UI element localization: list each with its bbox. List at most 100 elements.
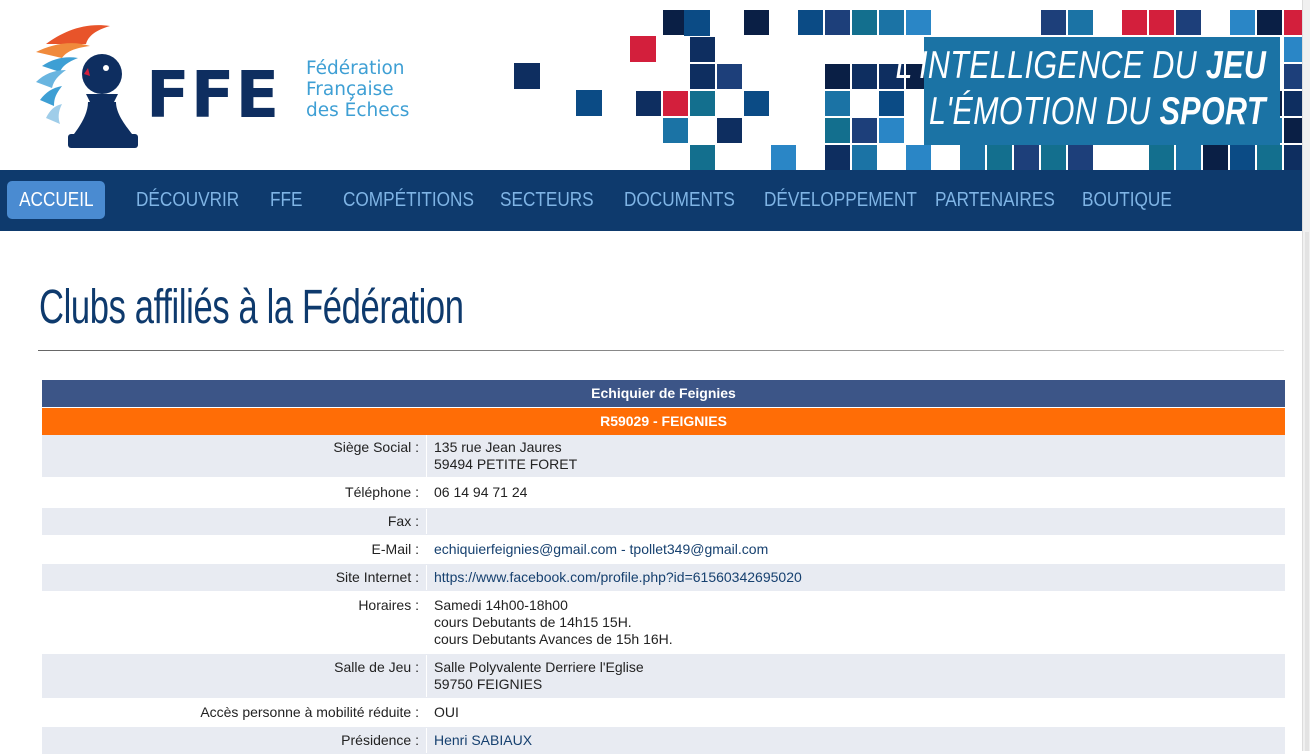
mosaic-tile [1257,145,1282,170]
nav-item-developpement[interactable]: DÉVELOPPEMENT [764,181,917,219]
mosaic-tile [1257,10,1282,35]
mosaic-tile [690,37,715,62]
main-navigation: ACCUEIL DÉCOUVRIR FFE COMPÉTITIONS SECTE… [0,170,1302,231]
nav-item-competitions[interactable]: COMPÉTITIONS [343,181,474,219]
mosaic-tile [879,10,904,35]
mosaic-tile [1284,64,1302,89]
mosaic-tile [636,91,661,116]
row-label: Accès personne à mobilité réduite : [200,704,419,720]
logo-federation-name: Fédération Française des Échecs [306,58,409,121]
nav-item-decouvrir[interactable]: DÉCOUVRIR [136,181,239,219]
mosaic-tile [717,64,742,89]
mosaic-tile [1284,37,1302,62]
vertical-scrollbar[interactable] [1302,0,1310,751]
row-value: OUI [426,700,1285,725]
club-details-table: Echiquier de Feignies R59029 - FEIGNIES … [42,380,1285,754]
mosaic-tile [825,37,850,62]
phone-value: 06 14 94 71 24 [434,484,528,500]
president-link[interactable]: Henri SABIAUX [434,732,532,748]
mosaic-tile [852,118,877,143]
mosaic-tile [1284,145,1302,170]
club-code-header: R59029 - FEIGNIES [42,408,1285,435]
mosaic-tile [960,145,985,170]
mosaic-tile [1014,10,1039,35]
website-link[interactable]: https://www.facebook.com/profile.php?id=… [434,569,802,585]
row-label: Fax : [387,513,419,529]
chess-rooster-logo-icon [36,25,138,148]
row-label: Salle de Jeu : [334,659,419,675]
mosaic-tile [1284,10,1302,35]
mosaic-tile [744,91,769,116]
mosaic-tile [1149,145,1174,170]
mosaic-tile [960,10,985,35]
table-row-site-internet: Site Internet : https://www.facebook.com… [42,564,1285,591]
nav-item-ffe[interactable]: FFE [270,181,302,219]
mosaic-tile [690,64,715,89]
mosaic-tile [576,90,602,116]
table-row-presidence: Présidence : Henri SABIAUX [42,727,1285,754]
mosaic-tile [690,91,715,116]
nav-item-documents[interactable]: DOCUMENTS [624,181,735,219]
site-header: FFE Fédération Française des Échecs L'IN… [0,0,1302,170]
mosaic-tile [1203,145,1228,170]
nav-item-secteurs[interactable]: SECTEURS [500,181,594,219]
row-label: Siège Social : [333,439,419,455]
mosaic-tile [1041,145,1066,170]
mosaic-tile [1176,10,1201,35]
mosaic-tile [825,91,850,116]
mosaic-tile [717,118,742,143]
nav-item-partenaires[interactable]: PARTENAIRES [935,181,1055,219]
mosaic-tile [1230,145,1255,170]
table-row-email: E-Mail : echiquierfeignies@gmail.com - t… [42,535,1285,564]
mosaic-tile [798,10,823,35]
row-value: Salle Polyvalente Derriere l'Eglise 5975… [426,655,1285,697]
logo-name-line: Fédération [306,58,405,79]
mosaic-tile [1122,145,1147,170]
address-line: 135 rue Jean Jaures [434,439,562,455]
club-name-header: Echiquier de Feignies [42,380,1285,407]
nav-item-accueil[interactable]: ACCUEIL [7,181,105,219]
mosaic-tile [1041,10,1066,35]
slogan-line-1: L'INTELLIGENCE DU JEU [895,44,1266,87]
mosaic-tile [798,118,823,143]
mosaic-tile [825,118,850,143]
mosaic-tile [1068,10,1093,35]
email-link[interactable]: echiquierfeignies@gmail.com - tpollet349… [434,541,768,557]
row-label: Site Internet : [335,569,419,585]
table-row-siege-social: Siège Social : 135 rue Jean Jaures 59494… [42,435,1285,477]
nav-item-boutique[interactable]: BOUTIQUE [1082,181,1172,219]
mosaic-tile [744,10,769,35]
mosaic-tile [663,118,688,143]
mosaic-tile [852,10,877,35]
table-row-accessibilite: Accès personne à mobilité réduite : OUI [42,698,1285,727]
venue-line: 59750 FEIGNIES [434,676,543,692]
slogan-line-2: L'ÉMOTION DU SPORT [929,90,1266,133]
mosaic-tile [1014,145,1039,170]
ffe-logo[interactable]: FFE Fédération Française des Échecs [32,22,442,156]
schedule-line: Samedi 14h00-18h00 [434,597,568,613]
mosaic-tile [1284,118,1302,143]
mosaic-tile [690,145,715,170]
logo-name-line: Française [306,79,394,100]
mosaic-tile [906,10,931,35]
mosaic-tile [1068,145,1093,170]
accessibility-value: OUI [434,704,459,720]
mosaic-tile [906,145,931,170]
mosaic-tile [1149,10,1174,35]
title-divider [38,350,1284,351]
table-row-fax: Fax : [42,508,1285,535]
mosaic-tile [933,145,958,170]
row-label: Téléphone : [345,484,419,500]
row-label: E-Mail : [371,541,419,557]
row-value: 06 14 94 71 24 [426,480,1285,505]
row-label: Horaires : [358,597,419,613]
mosaic-tile [825,145,850,170]
row-value: https://www.facebook.com/profile.php?id=… [426,565,1285,590]
row-value: Samedi 14h00-18h00 cours Debutants de 14… [426,593,1285,652]
mosaic-tile [987,145,1012,170]
mosaic-tile [1284,91,1302,116]
mosaic-tile [663,91,688,116]
row-value: 135 rue Jean Jaures 59494 PETITE FORET [426,435,1285,477]
mosaic-tile [852,37,877,62]
scrollbar-thumb[interactable] [1305,232,1309,751]
